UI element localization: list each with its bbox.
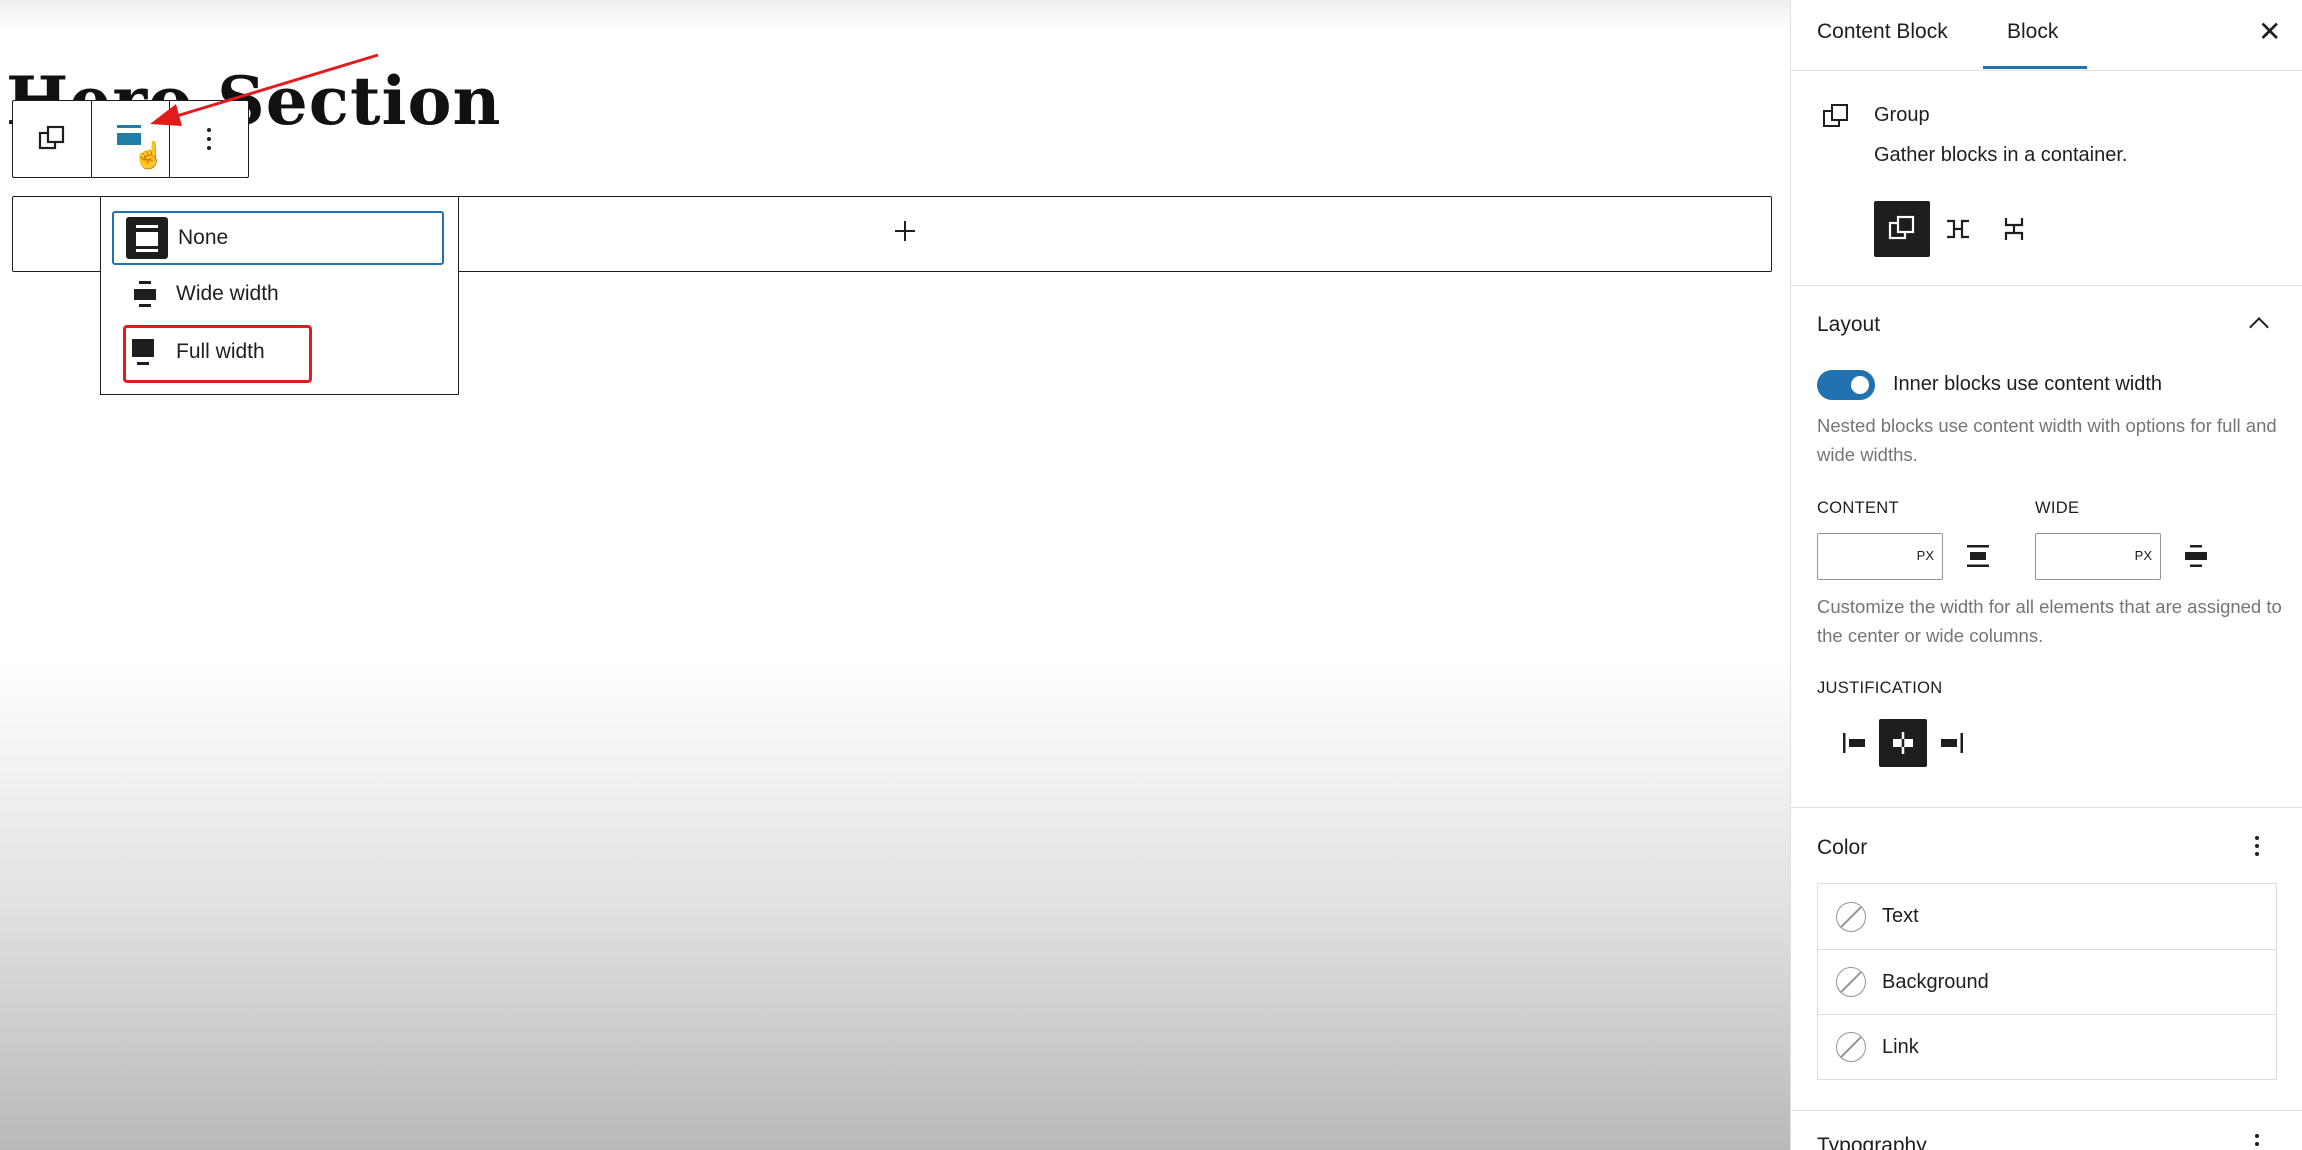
hand-cursor-icon: ☝ (132, 140, 166, 170)
justify-right-button[interactable] (1927, 719, 1975, 767)
wide-width-input[interactable]: PX (2035, 533, 2161, 580)
block-card: Group Gather blocks in a container. (1791, 70, 2302, 286)
content-width-toggle[interactable] (1817, 370, 1875, 400)
align-wide-icon (124, 273, 166, 315)
block-variations (1874, 201, 2042, 257)
color-item-label: Text (1882, 905, 1919, 927)
options-button[interactable] (169, 101, 248, 177)
color-item-background[interactable]: Background (1818, 949, 2276, 1014)
justify-left-icon (1843, 733, 1865, 753)
canvas-top-fade (0, 0, 1790, 30)
block-title: Group (1874, 104, 1930, 126)
tab-content-block[interactable]: Content Block (1817, 20, 1948, 44)
tab-block[interactable]: Block (2007, 20, 2058, 44)
panel-divider (1791, 1110, 2302, 1111)
justify-right-icon (1941, 733, 1963, 753)
annotation-highlight-box (123, 325, 312, 383)
row-icon (1947, 219, 1969, 239)
unit-label[interactable]: PX (1917, 548, 1934, 563)
color-panel-title[interactable]: Color (1817, 836, 1867, 860)
color-items-list: Text Background Link (1817, 883, 2277, 1080)
color-item-label: Link (1882, 1035, 1919, 1058)
justification-control (1831, 719, 1975, 767)
content-width-input[interactable]: PX (1817, 533, 1943, 580)
align-button[interactable]: ☝ (90, 101, 170, 177)
settings-sidebar: Content Block Block ✕ Group Gather block… (1790, 0, 2302, 1150)
align-option-label: None (178, 226, 229, 249)
color-item-label: Background (1882, 970, 1989, 993)
close-icon[interactable]: ✕ (2258, 18, 2281, 46)
wide-width-icon (2185, 545, 2207, 567)
justify-left-button[interactable] (1831, 719, 1879, 767)
color-item-link[interactable]: Link (1818, 1014, 2276, 1079)
stack-icon (2004, 218, 2024, 240)
typography-panel-title[interactable]: Typography (1817, 1134, 1927, 1150)
align-option-wide[interactable]: Wide width (112, 267, 444, 321)
empty-swatch-icon (1836, 1032, 1866, 1062)
block-toolbar: ☝ (12, 100, 249, 178)
justify-center-icon (1893, 732, 1913, 754)
justify-center-button[interactable] (1879, 719, 1927, 767)
group-icon (1888, 215, 1915, 240)
wide-width-label: WIDE (2035, 499, 2080, 517)
justification-label: JUSTIFICATION (1817, 679, 1943, 697)
content-width-label: CONTENT (1817, 499, 1899, 517)
active-tab-indicator (1983, 66, 2087, 69)
sidebar-tabs: Content Block Block ✕ (1791, 0, 2302, 71)
panel-divider (1791, 807, 2302, 808)
add-block-icon[interactable] (893, 219, 917, 243)
layout-panel-title[interactable]: Layout (1817, 313, 1880, 337)
more-vertical-icon (207, 128, 212, 150)
color-item-text[interactable]: Text (1818, 884, 2276, 949)
more-vertical-icon[interactable] (2255, 836, 2259, 856)
group-icon (1823, 104, 1848, 127)
align-option-none[interactable]: None (112, 211, 444, 265)
editor-canvas[interactable]: Hero Section ☝ None Wide width Full widt… (0, 0, 1790, 1150)
toggle-help-text: Nested blocks use content width with opt… (1817, 415, 2277, 465)
variation-row-button[interactable] (1930, 201, 1986, 257)
empty-swatch-icon (1836, 901, 1866, 932)
variation-group-button[interactable] (1874, 201, 1930, 257)
variation-stack-button[interactable] (1986, 201, 2042, 257)
align-none-icon (126, 217, 168, 259)
block-type-button[interactable] (13, 101, 91, 177)
block-description: Gather blocks in a container. (1874, 144, 2128, 166)
unit-label[interactable]: PX (2135, 548, 2152, 563)
toggle-label: Inner blocks use content width (1893, 373, 2163, 395)
width-help-text: Customize the width for all elements tha… (1817, 596, 2282, 646)
empty-swatch-icon (1836, 967, 1866, 997)
chevron-up-icon[interactable] (2249, 317, 2269, 337)
group-icon (38, 125, 64, 150)
align-option-label: Wide width (176, 282, 279, 305)
content-width-icon (1967, 545, 1989, 567)
more-vertical-icon[interactable] (2255, 1134, 2259, 1150)
